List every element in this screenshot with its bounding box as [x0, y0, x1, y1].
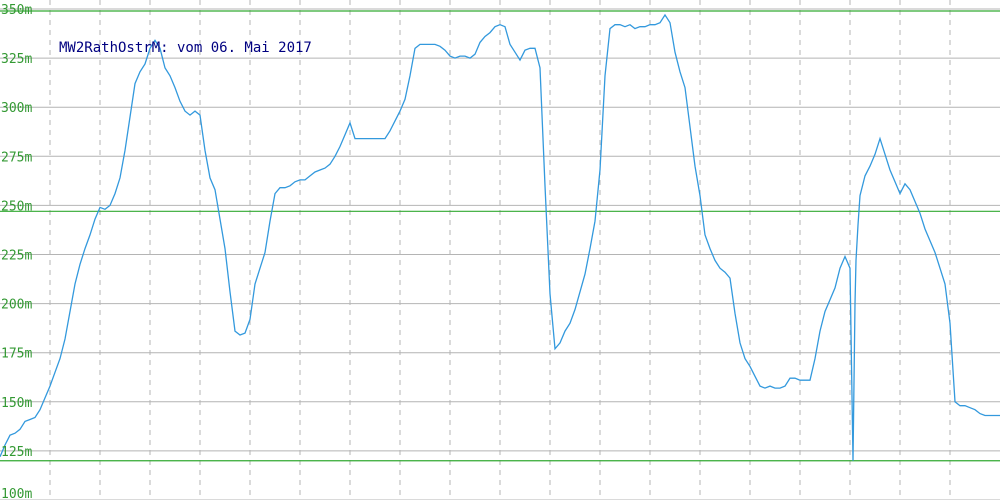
y-tick-label: 250m — [1, 199, 32, 214]
chart-title: MW2RathOstrM: vom 06. Mai 2017 — [59, 40, 312, 56]
y-tick-label: 200m — [1, 298, 32, 313]
y-tick-label: 175m — [1, 347, 32, 362]
y-tick-label: 150m — [1, 396, 32, 411]
y-tick-label: 300m — [1, 101, 32, 116]
y-tick-label: 125m — [1, 445, 32, 460]
y-tick-label: 275m — [1, 150, 32, 165]
y-tick-label: 225m — [1, 249, 32, 264]
y-tick-label: 100m — [1, 487, 32, 500]
altitude-chart: 100m 125m 150m 175m 200m 225m 250m 275m 300m 325m… — [0, 0, 1000, 500]
y-tick-label: 350m — [1, 3, 32, 18]
y-tick-label: 325m — [1, 52, 32, 67]
